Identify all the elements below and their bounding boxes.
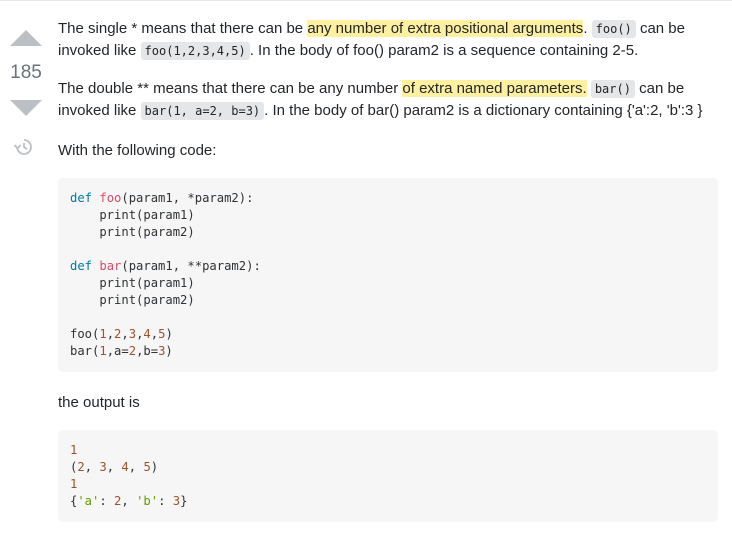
paragraph-single-star: The single * means that there can be any… — [58, 18, 708, 62]
highlight: of extra named parameters. — [402, 80, 587, 97]
upvote-arrow-icon[interactable] — [10, 30, 42, 46]
code-text: ) — [165, 344, 173, 358]
code-number: 1 — [70, 477, 78, 491]
code-text: , — [121, 494, 137, 508]
code-number: 2 — [114, 327, 122, 341]
code-number: 3 — [99, 460, 107, 474]
history-icon[interactable] — [13, 136, 35, 158]
paragraph-output-is: the output is — [58, 394, 140, 411]
code-text: ) — [165, 327, 173, 341]
text: . — [583, 20, 592, 37]
code-text: ,a= — [106, 344, 129, 358]
code-number: 1 — [99, 344, 107, 358]
top-divider — [0, 0, 732, 1]
code-line: print(param1) — [70, 276, 195, 290]
code-block-definitions: def foo(param1, *param2): print(param1) … — [58, 178, 718, 372]
code-number: 1 — [70, 443, 78, 457]
text: . In the body of bar() param2 is a dicti… — [264, 102, 703, 119]
code-string: 'b' — [136, 494, 159, 508]
code-function-name: foo — [99, 191, 122, 205]
code-line: print(param1) — [70, 208, 195, 222]
code-number: 4 — [143, 327, 151, 341]
code-text: : — [99, 494, 115, 508]
code-number: 2 — [77, 460, 85, 474]
code-text: } — [180, 494, 188, 508]
code-text: ,b= — [136, 344, 159, 358]
downvote-arrow-icon[interactable] — [10, 100, 42, 116]
text: The double ** means that there can be an… — [58, 80, 403, 97]
inline-code: foo() — [591, 20, 636, 38]
code-line: print(param2) — [70, 293, 195, 307]
code-function-name: bar — [99, 259, 122, 273]
code-text: (param1, *param2): — [121, 191, 254, 205]
paragraph-following-code: With the following code: — [58, 142, 217, 159]
code-text: bar — [70, 344, 93, 358]
code-number: 1 — [99, 327, 107, 341]
code-string: 'a' — [77, 494, 100, 508]
code-number: 3 — [128, 327, 137, 341]
text: . In the body of foo() param2 is a seque… — [249, 42, 639, 59]
code-line: print(param2) — [70, 225, 195, 239]
code-number: 2 — [128, 344, 137, 358]
code-text: foo — [70, 327, 93, 341]
text: The single * means that there can be — [58, 20, 308, 37]
inline-code: foo(1,2,3,4,5) — [140, 42, 250, 60]
paragraph-double-star: The double ** means that there can be an… — [58, 78, 718, 122]
code-number: 4 — [121, 460, 129, 474]
code-keyword: def — [70, 259, 93, 273]
code-text: (param1, **param2): — [121, 259, 261, 273]
code-block-output: 1 (2, 3, 4, 5) 1 {'a': 2, 'b': 3} — [58, 430, 718, 522]
code-keyword: def — [70, 191, 93, 205]
code-number: 5 — [143, 460, 151, 474]
vote-score: 185 — [10, 62, 42, 83]
inline-code: bar() — [590, 80, 635, 98]
inline-code: bar(1, a=2, b=3) — [140, 102, 265, 120]
code-text: ) — [150, 460, 159, 474]
highlight: any number of extra positional arguments — [307, 20, 584, 37]
code-text: : — [158, 494, 173, 508]
